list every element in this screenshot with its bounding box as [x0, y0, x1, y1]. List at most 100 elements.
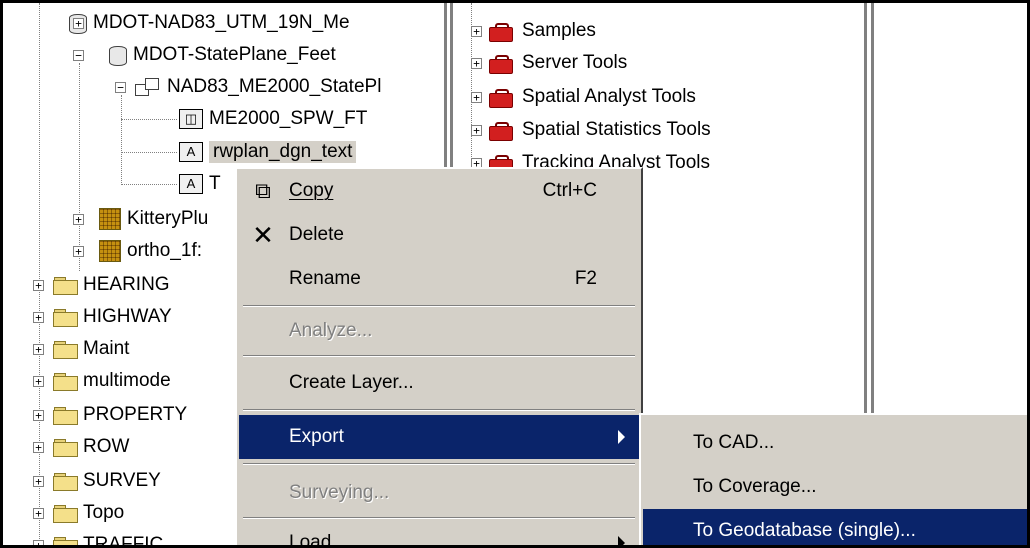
tree-item[interactable]: HIGHWAY [53, 301, 172, 333]
menu-item-label: Load [289, 532, 332, 548]
menu-item-label: Surveying... [289, 482, 390, 503]
feature-dataset-icon [135, 76, 161, 98]
tree-item[interactable]: multimode [53, 365, 171, 397]
folder-icon [53, 472, 78, 491]
menu-item-label: To Geodatabase (single)... [693, 520, 916, 541]
folder-icon [53, 536, 78, 545]
tree-item-label: ortho_1f: [127, 240, 202, 261]
menu-separator [243, 463, 635, 465]
tree-item[interactable]: TRAFFIC [53, 529, 164, 548]
menu-item-label: Delete [289, 224, 344, 245]
tree-connector [121, 152, 177, 153]
toolbox-item[interactable]: + Spatial Analyst Tools [471, 81, 696, 113]
expand-plus-icon[interactable]: + [33, 476, 44, 487]
menu-item-surveying: Surveying... [239, 471, 639, 515]
menu-shortcut: Ctrl+C [542, 180, 597, 201]
copy-icon: ⧉ [255, 178, 271, 203]
tree-item-selected[interactable]: A rwplan_dgn_text [179, 136, 357, 168]
toolbox-item[interactable]: + Samples [471, 15, 596, 47]
tree-item[interactable]: Maint [53, 333, 129, 365]
submenu-arrow-icon [618, 536, 625, 545]
expand-plus-icon[interactable]: + [73, 246, 84, 257]
menu-item-to-coverage[interactable]: To Coverage... [643, 465, 1027, 509]
expand-plus-icon[interactable]: + [33, 280, 44, 291]
menu-item-analyze: Analyze... [239, 309, 639, 353]
export-submenu: To CAD... To Coverage... To Geodatabase … [639, 413, 1027, 545]
feature-class-icon: ◫ [179, 109, 203, 129]
expand-plus-icon[interactable]: + [33, 540, 44, 545]
menu-item-label: To CAD... [693, 432, 775, 453]
menu-item-export[interactable]: Export [239, 415, 639, 459]
tree-item[interactable]: ortho_1f: [99, 235, 202, 267]
expand-plus-icon[interactable]: + [33, 344, 44, 355]
folder-icon [53, 372, 78, 391]
expand-plus-icon[interactable]: + [33, 442, 44, 453]
menu-item-to-cad[interactable]: To CAD... [643, 421, 1027, 465]
tree-item[interactable]: Topo [53, 497, 124, 529]
tree-item[interactable]: A T [179, 168, 221, 200]
tree-item[interactable]: PROPERTY [53, 399, 187, 431]
tree-item-label: KitteryPlu [127, 208, 209, 229]
folder-icon [53, 340, 78, 359]
expand-plus-icon[interactable]: + [33, 312, 44, 323]
tree-item[interactable]: NAD83_ME2000_StatePl [135, 71, 381, 103]
menu-item-label: To Coverage... [693, 476, 817, 497]
raster-icon [99, 208, 121, 230]
tree-item[interactable]: MDOT-NAD83_UTM_19N_Me [67, 7, 350, 39]
menu-separator [243, 355, 635, 357]
tree-item-label: ME2000_SPW_FT [209, 108, 368, 129]
collapse-minus-icon[interactable]: − [115, 82, 126, 93]
menu-item-delete[interactable]: ✕ Delete [239, 213, 639, 257]
delete-x-icon: ✕ [252, 219, 274, 250]
expand-plus-icon[interactable]: + [33, 410, 44, 421]
expand-plus-icon[interactable]: + [471, 91, 482, 103]
tree-connector [121, 95, 122, 185]
tree-item[interactable]: ◫ ME2000_SPW_FT [179, 103, 367, 135]
menu-item-label: Analyze... [289, 320, 373, 341]
folder-icon [53, 276, 78, 295]
toolbox-item[interactable]: + Spatial Statistics Tools [471, 114, 711, 146]
menu-item-to-geodatabase[interactable]: To Geodatabase (single)... [643, 509, 1027, 545]
tree-item[interactable]: ROW [53, 431, 129, 463]
tree-item-label: Topo [83, 502, 125, 523]
expand-plus-icon[interactable]: + [471, 57, 482, 69]
menu-item-label: Rename [289, 268, 361, 289]
tree-item-label: PROPERTY [83, 404, 188, 425]
expand-plus-icon[interactable]: + [33, 508, 44, 519]
expand-plus-icon[interactable]: + [73, 18, 84, 29]
expand-plus-icon[interactable]: + [471, 124, 482, 136]
tree-item[interactable]: MDOT-StatePlane_Feet [107, 39, 336, 71]
tree-item-label: HIGHWAY [83, 306, 172, 327]
folder-icon [53, 438, 78, 457]
tree-item-label: multimode [83, 370, 171, 391]
collapse-minus-icon[interactable]: − [73, 50, 84, 61]
tree-item-label: T [209, 173, 221, 194]
tree-item-label: rwplan_dgn_text [209, 141, 357, 163]
toolbox-item-label: Samples [522, 20, 596, 41]
menu-item-copy[interactable]: ⧉ Copy Ctrl+C [239, 169, 639, 213]
menu-item-load[interactable]: Load [239, 521, 639, 548]
toolbox-item-label: Server Tools [522, 52, 628, 73]
tree-connector [79, 63, 80, 271]
menu-item-create-layer[interactable]: Create Layer... [239, 361, 639, 405]
annotation-icon: A [179, 142, 203, 162]
expand-plus-icon[interactable]: + [33, 376, 44, 387]
toolbox-item[interactable]: + Server Tools [471, 47, 627, 79]
tree-item-label: HEARING [83, 274, 170, 295]
expand-plus-icon[interactable]: + [73, 214, 84, 225]
menu-item-label: Create Layer... [289, 372, 414, 393]
context-menu: ⧉ Copy Ctrl+C ✕ Delete Rename F2 Analyze… [235, 167, 643, 548]
database-icon [107, 44, 127, 66]
expand-plus-icon[interactable]: + [471, 25, 482, 37]
tree-item[interactable]: SURVEY [53, 465, 161, 497]
application-window: MDOT-NAD83_UTM_19N_Me + MDOT-StatePlane_… [0, 0, 1030, 548]
tree-item[interactable]: HEARING [53, 269, 170, 301]
menu-item-label: Export [289, 426, 344, 447]
menu-item-rename[interactable]: Rename F2 [239, 257, 639, 301]
tree-item-label: TRAFFIC [83, 534, 164, 548]
toolbox-icon [488, 53, 514, 74]
tree-item[interactable]: KitteryPlu [99, 203, 208, 235]
annotation-icon: A [179, 174, 203, 194]
menu-shortcut: F2 [574, 268, 597, 289]
menu-separator [243, 517, 635, 519]
